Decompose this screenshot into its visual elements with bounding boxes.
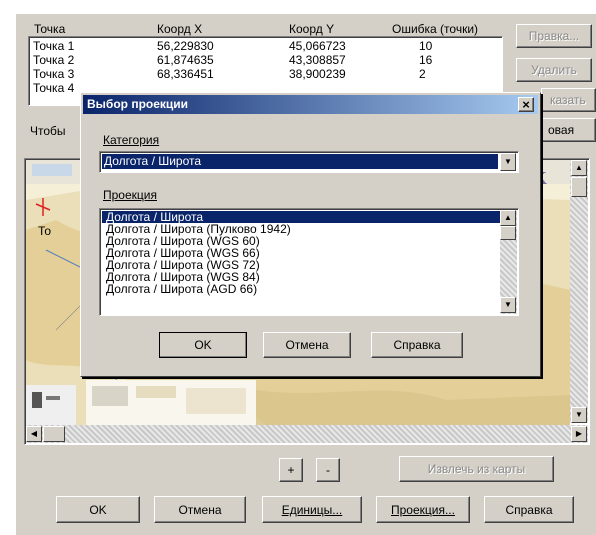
zoom-out-button[interactable]: - (316, 458, 340, 482)
header-error: Ошибка (точки) (392, 22, 479, 36)
new-button[interactable]: овая (541, 118, 596, 142)
cancel-button[interactable]: Отмена (154, 496, 246, 523)
projection-label-text: Проекция (103, 188, 157, 202)
map-scroll-down-icon[interactable]: ▼ (571, 407, 587, 423)
row3-name: Точка 3 (33, 67, 75, 81)
dialog-cancel-button[interactable]: Отмена (263, 332, 351, 358)
help-button[interactable]: Справка (484, 496, 574, 523)
row3-err: 2 (419, 67, 426, 81)
projection-label: Проекция (103, 188, 157, 202)
dialog-title: Выбор проекции (87, 97, 189, 111)
extract-from-map-button[interactable]: Извлечь из карты (399, 456, 554, 482)
list-item[interactable]: Долгота / Широта (AGD 66) (102, 283, 500, 295)
map-vscroll-track[interactable] (570, 160, 588, 423)
dialog-ok-button[interactable]: OK (159, 332, 247, 358)
projection-list[interactable]: Долгота / Широта Долгота / Широта (Пулко… (99, 208, 519, 316)
map-hscroll-thumb[interactable] (43, 426, 65, 442)
row2-name: Точка 2 (33, 53, 75, 67)
category-label: Категория (103, 133, 159, 147)
map-label-fragment: То (38, 224, 52, 238)
row2-x: 61,874635 (157, 53, 214, 67)
delete-button[interactable]: Удалить (516, 58, 592, 82)
hint-text: Чтобы (30, 124, 66, 138)
row2-err: 16 (419, 53, 433, 67)
units-button-label: Единицы... (281, 502, 343, 517)
row3-x: 68,336451 (157, 67, 214, 81)
projection-button-label: Проекция... (391, 502, 455, 517)
header-coord-x: Коорд X (157, 22, 203, 36)
map-scroll-left-icon[interactable]: ◀ (26, 426, 42, 442)
header-point: Точка (34, 22, 66, 36)
category-select[interactable]: Долгота / Широта ▼ (99, 151, 519, 173)
list-scroll-down-icon[interactable]: ▼ (500, 297, 516, 313)
show-button[interactable]: казать (541, 88, 596, 112)
zoom-in-button[interactable]: + (279, 458, 303, 482)
row1-x: 56,229830 (157, 39, 214, 53)
category-label-text: Категория (103, 133, 160, 147)
list-scroll-up-icon[interactable]: ▲ (500, 210, 516, 226)
list-scroll-thumb[interactable] (500, 226, 516, 240)
units-button[interactable]: Единицы... (262, 496, 362, 523)
row1-err: 10 (419, 39, 433, 53)
header-coord-y: Коорд Y (289, 22, 335, 36)
dialog-titlebar[interactable]: Выбор проекции (83, 95, 538, 114)
row4-name: Точка 4 (33, 82, 75, 95)
ok-button[interactable]: OK (56, 496, 140, 523)
projection-button[interactable]: Проекция... (376, 496, 470, 523)
map-hscroll-track[interactable] (26, 425, 588, 443)
row2-y: 43,308857 (289, 53, 346, 67)
dialog-help-button[interactable]: Справка (371, 332, 463, 358)
projection-list-items: Долгота / Широта Долгота / Широта (Пулко… (102, 211, 500, 313)
map-vscroll-thumb[interactable] (571, 177, 587, 197)
chevron-down-icon[interactable]: ▼ (500, 153, 516, 171)
close-icon[interactable]: × (518, 97, 534, 112)
row1-name: Точка 1 (33, 39, 75, 53)
row3-y: 38,900239 (289, 67, 346, 81)
map-scroll-up-icon[interactable]: ▲ (571, 160, 587, 176)
category-selected-value: Долгота / Широта (102, 154, 498, 169)
projection-dialog: Выбор проекции × Категория Долгота / Шир… (80, 92, 541, 377)
row1-y: 45,066723 (289, 39, 346, 53)
map-scroll-right-icon[interactable]: ▶ (571, 426, 587, 442)
edit-button[interactable]: Правка... (516, 24, 592, 48)
